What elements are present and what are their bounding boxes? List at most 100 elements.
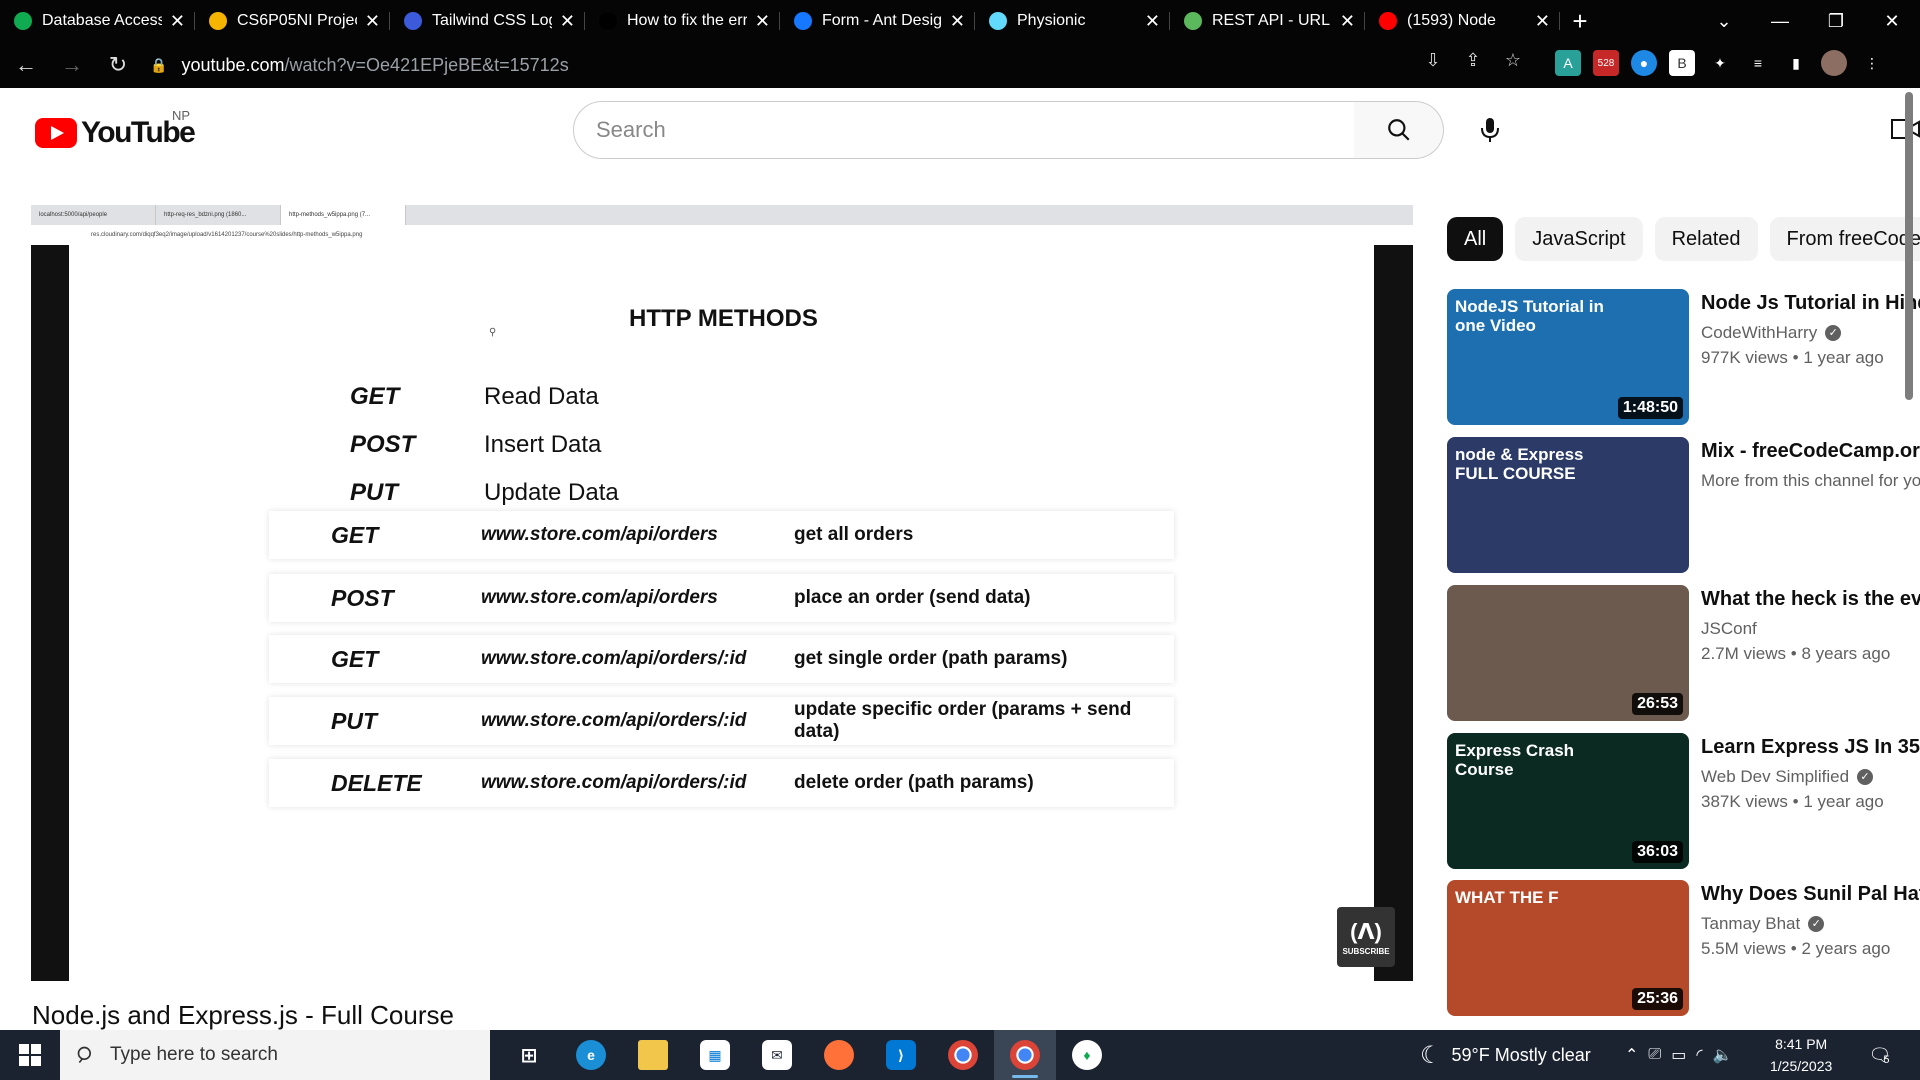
video-title-link[interactable]: Mix - freeCodeCamp.org (1701, 437, 1920, 466)
channel-name[interactable]: Tanmay Bhat ✓ (1701, 914, 1920, 934)
page-scrollbar[interactable] (1905, 92, 1913, 400)
extension-counter-icon[interactable]: 528 (1593, 50, 1619, 76)
battery-icon[interactable]: ▭ (1671, 1045, 1686, 1065)
taskbar-store[interactable]: ▦ (684, 1030, 746, 1080)
close-tab-icon[interactable]: ✕ (560, 11, 575, 32)
address-bar[interactable]: 🔒 youtube.com/watch?v=Oe421EPjeBE&t=1571… (140, 47, 1540, 83)
browser-tab[interactable]: CS6P05NI Project ✕ (195, 0, 390, 42)
video-player[interactable]: localhost:5000/api/people http-req-res_bd… (31, 205, 1413, 981)
recommended-video[interactable]: Express Crash Course 36:03 Learn Express J… (1447, 733, 1920, 869)
taskbar-search[interactable]: Type here to search (60, 1030, 490, 1080)
weather-widget[interactable]: ☾ 59°F Mostly clear (1420, 1030, 1591, 1080)
side-panel-icon[interactable]: ▮ (1783, 50, 1809, 76)
search-input[interactable] (596, 117, 1354, 143)
video-thumbnail[interactable]: node & Express FULL COURSE (1447, 437, 1689, 573)
browser-tab[interactable]: How to fix the err ✕ (585, 0, 780, 42)
recommended-video[interactable]: node & Express FULL COURSE Mix - freeCode… (1447, 437, 1920, 573)
taskbar-chrome[interactable] (932, 1030, 994, 1080)
recommended-video[interactable]: 26:53 What the heck is the event loop any… (1447, 585, 1920, 721)
video-thumbnail[interactable]: NodeJS Tutorial in one Video 1:48:50 (1447, 289, 1689, 425)
filter-chip[interactable]: JavaScript (1515, 217, 1643, 261)
filter-chip[interactable]: Related (1654, 217, 1758, 261)
extension-circle-icon[interactable]: ● (1631, 50, 1657, 76)
volume-icon[interactable]: 🔈 (1713, 1045, 1733, 1065)
windows-logo-icon (19, 1044, 41, 1066)
channel-name[interactable]: Web Dev Simplified ✓ (1701, 767, 1920, 787)
video-title-link[interactable]: What the heck is the event loop anyway? … (1701, 585, 1920, 614)
minimize-button[interactable]: — (1752, 0, 1808, 42)
slide-title: HTTP METHODS (629, 305, 818, 332)
extension-b-icon[interactable]: B (1669, 50, 1695, 76)
edge-icon: e (576, 1040, 606, 1070)
channel-name[interactable]: JSConf (1701, 619, 1920, 639)
close-tab-icon[interactable]: ✕ (950, 11, 965, 32)
recommended-video[interactable]: NodeJS Tutorial in one Video 1:48:50 Node … (1447, 289, 1920, 425)
lock-icon[interactable]: 🔒 (150, 57, 167, 74)
close-tab-icon[interactable]: ✕ (170, 11, 185, 32)
tray-device-icon[interactable]: ⎚ (1648, 1046, 1661, 1064)
browser-tab-title: CS6P05NI Project (237, 12, 357, 29)
folder-icon (638, 1040, 668, 1070)
notification-center-button[interactable]: 🗨 5 (1862, 1040, 1896, 1070)
youtube-logo[interactable]: YouTube (35, 116, 196, 150)
close-tab-icon[interactable]: ✕ (1535, 11, 1550, 32)
taskbar-mongodb-compass[interactable]: ♦ (1056, 1030, 1118, 1080)
globe-icon (1184, 12, 1202, 30)
new-tab-button[interactable]: + (1560, 0, 1600, 42)
video-title-link[interactable]: Node Js Tutorial in Hindi (1701, 289, 1920, 318)
close-tab-icon[interactable]: ✕ (1340, 11, 1355, 32)
extension-a-icon[interactable]: A (1555, 50, 1581, 76)
install-app-icon[interactable]: ⇩ (1420, 50, 1446, 71)
taskbar-vscode[interactable]: ⟩ (870, 1030, 932, 1080)
task-view-button[interactable]: ⊞ (498, 1030, 560, 1080)
video-thumbnail[interactable]: WHAT THE F 25:36 (1447, 880, 1689, 1016)
restore-button[interactable]: ❐ (1808, 0, 1864, 42)
taskbar-search-placeholder: Type here to search (110, 1044, 278, 1065)
youtube-header: YouTube NP (0, 88, 1920, 172)
reload-button[interactable]: ↻ (98, 45, 138, 85)
forward-button[interactable]: → (52, 45, 92, 85)
close-window-button[interactable]: ✕ (1864, 0, 1920, 42)
tab-search-icon[interactable]: ⌄ (1696, 0, 1752, 42)
voice-search-button[interactable] (1468, 108, 1512, 152)
wifi-icon[interactable]: ◜ (1696, 1045, 1702, 1065)
window-controls: ⌄ — ❐ ✕ (1696, 0, 1920, 42)
video-thumbnail[interactable]: Express Crash Course 36:03 (1447, 733, 1689, 869)
taskbar-mail[interactable]: ✉ (746, 1030, 808, 1080)
browser-tab[interactable]: Database Access ✕ (0, 0, 195, 42)
close-tab-icon[interactable]: ✕ (1145, 11, 1160, 32)
browser-tab[interactable]: Form - Ant Design ✕ (780, 0, 975, 42)
video-title-link[interactable]: Why Does Sunil Pal Hate Me? (1701, 880, 1920, 909)
search-box[interactable] (573, 101, 1355, 159)
taskbar-file-explorer[interactable] (622, 1030, 684, 1080)
share-icon[interactable]: ⇪ (1460, 50, 1486, 71)
browser-tab[interactable]: Tailwind CSS Logi ✕ (390, 0, 585, 42)
taskbar-edge[interactable]: e (560, 1030, 622, 1080)
bookmark-star-icon[interactable]: ☆ (1500, 50, 1526, 71)
start-button[interactable] (0, 1030, 60, 1080)
browser-menu-icon[interactable]: ⋮ (1859, 50, 1885, 76)
video-title-link[interactable]: Learn Express JS In 35 Minutes (1701, 733, 1920, 762)
recommended-video[interactable]: WHAT THE F 25:36 Why Does Sunil Pal Hate M… (1447, 880, 1920, 1016)
browser-tab[interactable]: Physionic ✕ (975, 0, 1170, 42)
close-tab-icon[interactable]: ✕ (755, 11, 770, 32)
youtube-icon (1379, 12, 1397, 30)
taskbar-firefox[interactable] (808, 1030, 870, 1080)
subscribe-watermark[interactable]: (ᐱ) SUBSCRIBE (1337, 907, 1395, 967)
tray-overflow-icon[interactable]: ⌃ (1625, 1045, 1638, 1065)
taskbar-clock[interactable]: 8:41 PM 1/25/2023 (1770, 1033, 1832, 1077)
back-button[interactable]: ← (6, 45, 46, 85)
filter-chip[interactable]: All (1447, 217, 1504, 261)
reading-list-icon[interactable]: ≡ (1745, 50, 1771, 76)
channel-name[interactable]: CodeWithHarry ✓ (1701, 323, 1920, 343)
close-tab-icon[interactable]: ✕ (365, 11, 380, 32)
video-thumbnail[interactable]: 26:53 (1447, 585, 1689, 721)
filter-chip[interactable]: From freeCodeCamp (1769, 217, 1920, 261)
channel-name[interactable]: More from this channel for you (1701, 471, 1920, 491)
browser-tab[interactable]: (1593) Node ✕ (1365, 0, 1560, 42)
profile-avatar[interactable] (1821, 50, 1847, 76)
extensions-puzzle-icon[interactable]: ✦ (1707, 50, 1733, 76)
search-button[interactable] (1354, 101, 1444, 159)
browser-tab[interactable]: REST API - URL N ✕ (1170, 0, 1365, 42)
taskbar-chrome-profile[interactable] (994, 1030, 1056, 1080)
